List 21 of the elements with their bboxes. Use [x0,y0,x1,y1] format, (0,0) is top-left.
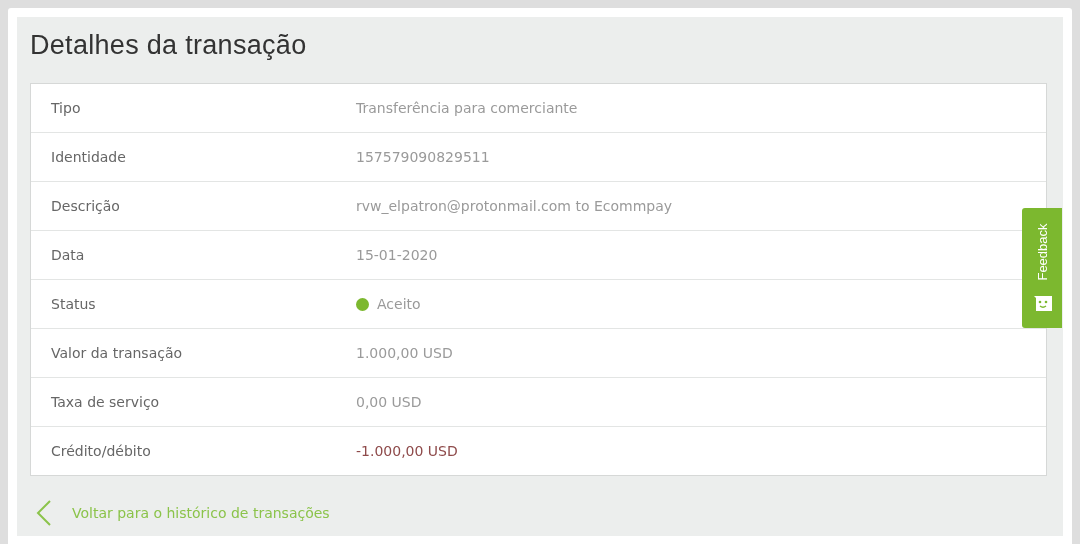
row-label: Identidade [50,149,127,165]
back-link[interactable]: Voltar para o histórico de transações [36,500,330,526]
row-value: 157579090829511 [356,149,490,165]
smiley-chat-icon [1033,294,1053,312]
status-value: Aceito [377,296,421,312]
row-value: rvw_elpatron@protonmail.com to Ecommpay [356,198,673,214]
row-value: 15-01-2020 [356,247,438,263]
row-label: Descrição [50,198,121,214]
row-value: -1.000,00 USD [356,443,458,459]
page-title: Detalhes da transação [30,29,308,62]
row-value: 1.000,00 USD [356,345,453,361]
feedback-tab[interactable]: Feedback [1022,208,1062,328]
row-value: 0,00 USD [356,394,422,410]
row-label: Tipo [50,100,82,116]
row-label: Crédito/débito [50,443,152,459]
back-chevron-icon [36,500,52,526]
row-label: Taxa de serviço [50,394,161,410]
row-label: Valor da transação [50,345,184,361]
row-value: Transferência para comerciante [356,100,578,116]
row-label: Status [50,296,97,312]
row-label: Data [50,247,86,263]
